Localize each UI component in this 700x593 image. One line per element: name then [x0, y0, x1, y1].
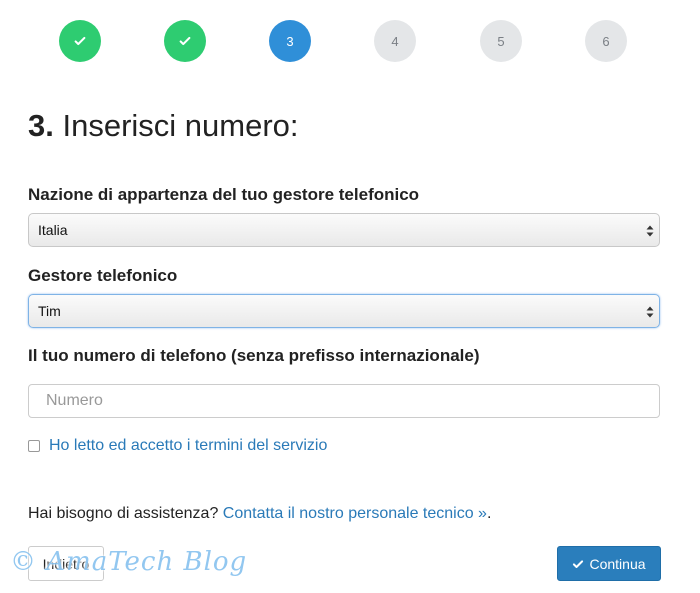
help-question: Hai bisogno di assistenza? — [28, 505, 219, 522]
continue-label: Continua — [589, 555, 646, 572]
step-4: 4 — [374, 20, 416, 62]
contact-support-link[interactable]: Contatta il nostro personale tecnico » — [223, 505, 487, 522]
title-text: Inserisci numero: — [62, 108, 299, 143]
check-icon — [74, 36, 86, 46]
continue-button[interactable]: Continua — [557, 546, 661, 581]
step-2-complete — [164, 20, 206, 62]
check-icon — [179, 36, 191, 46]
page-title: 3. Inserisci numero: — [28, 108, 299, 144]
phone-number-input[interactable] — [28, 384, 660, 418]
country-select[interactable]: Italia — [28, 213, 660, 247]
step-6: 6 — [585, 20, 627, 62]
operator-select[interactable]: Tim — [28, 294, 660, 328]
terms-row: Ho letto ed accetto i termini del serviz… — [28, 437, 327, 455]
check-icon — [573, 559, 584, 568]
progress-steps: 3 4 5 6 — [0, 20, 700, 62]
operator-value: Tim — [38, 303, 61, 319]
step-5: 5 — [480, 20, 522, 62]
step-number: 3. — [28, 108, 54, 143]
country-label: Nazione di appartenza del tuo gestore te… — [28, 185, 420, 204]
country-value: Italia — [38, 222, 68, 238]
operator-label: Gestore telefonico — [28, 266, 178, 285]
help-suffix: . — [486, 505, 492, 522]
back-button[interactable]: Indietro — [28, 546, 104, 581]
phone-label: Il tuo numero di telefono (senza prefiss… — [28, 346, 480, 365]
terms-checkbox[interactable] — [28, 440, 40, 452]
terms-link[interactable]: Ho letto ed accetto i termini del serviz… — [49, 437, 327, 455]
select-arrows-icon — [646, 306, 654, 318]
step-3-active: 3 — [269, 20, 311, 62]
select-arrows-icon — [646, 225, 654, 237]
step-1-complete — [59, 20, 101, 62]
help-text: Hai bisogno di assistenza? Contatta il n… — [28, 505, 491, 523]
